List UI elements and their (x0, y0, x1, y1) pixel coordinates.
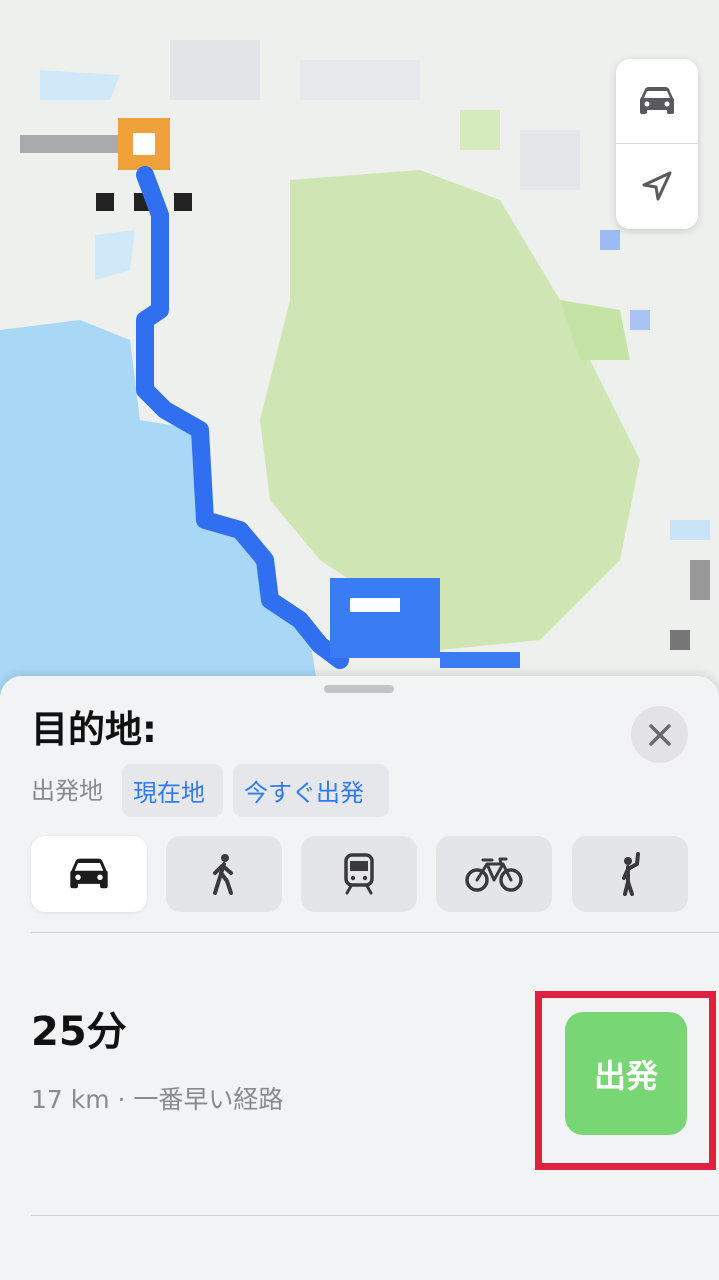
route-duration: 25分 (31, 1009, 127, 1055)
mode-walk-button[interactable] (166, 836, 282, 912)
walking-icon (213, 854, 233, 895)
departure-time-chip[interactable]: 今すぐ出発 (233, 764, 389, 817)
mode-transit-button[interactable] (301, 836, 417, 912)
car-icon (70, 858, 108, 889)
map-controls (616, 59, 698, 229)
hail-ride-icon (622, 852, 640, 896)
divider-bottom (31, 1215, 719, 1216)
transport-mode-button[interactable] (616, 59, 698, 144)
destination-title: 目的地: (31, 708, 157, 751)
train-icon (344, 853, 374, 895)
route-detail: 17 km · 一番早い経路 (31, 1085, 284, 1114)
map-canvas (0, 0, 719, 700)
origin-chip[interactable]: 現在地 (122, 764, 223, 817)
map-view[interactable] (0, 0, 719, 700)
current-location-button[interactable] (616, 144, 698, 228)
go-button[interactable]: 出発 (565, 1012, 687, 1135)
close-button[interactable] (631, 706, 688, 763)
location-arrow-icon (642, 171, 672, 201)
mode-cycle-button[interactable] (436, 836, 552, 912)
car-icon (640, 87, 674, 114)
bicycle-icon (465, 857, 523, 892)
mode-drive-button[interactable] (31, 836, 147, 912)
directions-sheet: 目的地: 出発地 現在地 今すぐ出発 25分 17 km · 一番早い経路 出発 (0, 676, 719, 1280)
close-icon (648, 723, 671, 746)
mode-ride-button[interactable] (572, 836, 688, 912)
divider-top (31, 932, 719, 933)
origin-label: 出発地 (31, 777, 103, 805)
sheet-grabber[interactable] (324, 685, 394, 693)
